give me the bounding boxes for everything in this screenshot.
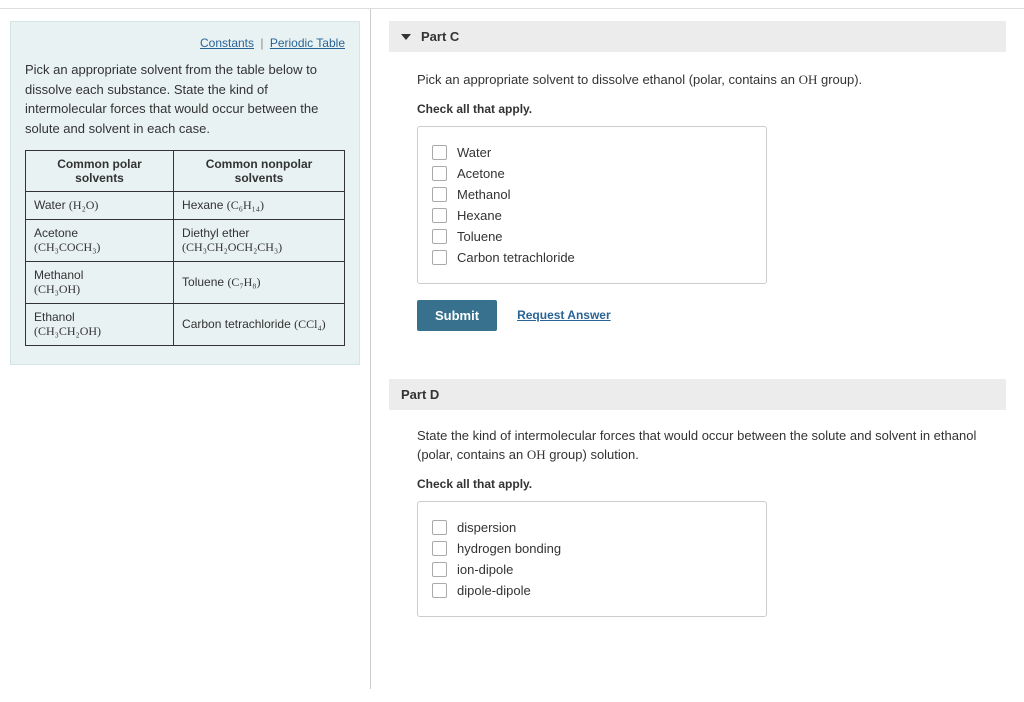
cell-text: Hexane [182,198,223,212]
option-row[interactable]: Acetone [432,166,752,181]
option-label: Water [457,145,491,160]
polar-header: Common polar solvents [26,151,174,192]
option-label: ion-dipole [457,562,513,577]
option-label: Acetone [457,166,505,181]
option-row[interactable]: dispersion [432,520,752,535]
cell-text: Toluene [182,275,224,289]
part-d-title: Part D [401,387,439,402]
part-d-options: dispersion hydrogen bonding ion-dipole d… [417,501,767,617]
cell-formula: (C₇H₈) [227,275,260,289]
option-row[interactable]: Methanol [432,187,752,202]
checkbox[interactable] [432,583,447,598]
solvents-table: Common polar solvents Common nonpolar so… [25,150,345,346]
option-row[interactable]: Toluene [432,229,752,244]
checkbox[interactable] [432,145,447,160]
problem-info-box: Constants | Periodic Table Pick an appro… [10,21,360,365]
part-c-options: Water Acetone Methanol Hexane Toluene Ca… [417,126,767,284]
checkbox[interactable] [432,229,447,244]
periodic-table-link[interactable]: Periodic Table [270,36,345,50]
option-row[interactable]: Water [432,145,752,160]
constants-link[interactable]: Constants [200,36,254,50]
checkbox[interactable] [432,208,447,223]
table-row: Methanol(CH₃OH) Toluene (C₇H₈) [26,262,345,304]
check-all-instruction: Check all that apply. [417,477,978,491]
cell-formula: (CH₃CH₂OCH₂CH₃) [182,240,282,254]
part-d-question: State the kind of intermolecular forces … [417,426,978,465]
checkbox[interactable] [432,520,447,535]
option-label: Carbon tetrachloride [457,250,575,265]
part-d-header[interactable]: Part D [389,379,1006,410]
option-label: Hexane [457,208,502,223]
checkbox[interactable] [432,166,447,181]
cell-text: Carbon tetrachloride [182,317,291,331]
table-row: Water (H₂O) Hexane (C₆H₁₄) [26,192,345,220]
checkbox[interactable] [432,250,447,265]
option-label: dipole-dipole [457,583,531,598]
cell-text: Ethanol [34,310,75,324]
option-label: dispersion [457,520,516,535]
question-oh: OH [527,447,546,462]
question-pre: State the kind of intermolecular forces … [417,428,976,463]
option-label: Toluene [457,229,503,244]
cell-formula: (CCl₄) [294,317,326,331]
option-label: hydrogen bonding [457,541,561,556]
cell-formula: (H₂O) [69,198,99,212]
table-row: Acetone(CH₃COCH₃) Diethyl ether(CH₃CH₂OC… [26,220,345,262]
option-row[interactable]: Hexane [432,208,752,223]
part-c-header[interactable]: Part C [389,21,1006,52]
cell-text: Methanol [34,268,83,282]
cell-formula: (CH₃COCH₃) [34,240,100,254]
question-post: group) solution. [546,447,639,462]
part-d-body: State the kind of intermolecular forces … [389,410,1006,637]
link-separator: | [260,36,263,50]
submit-button[interactable]: Submit [417,300,497,331]
checkbox[interactable] [432,541,447,556]
part-c-body: Pick an appropriate solvent to dissolve … [389,54,1006,351]
question-oh: OH [799,72,818,87]
cell-text: Diethyl ether [182,226,249,240]
option-row[interactable]: dipole-dipole [432,583,752,598]
part-c-question: Pick an appropriate solvent to dissolve … [417,70,978,90]
cell-formula: (CH₃OH) [34,282,80,296]
cell-text: Acetone [34,226,78,240]
problem-intro-text: Pick an appropriate solvent from the tab… [25,60,345,138]
nonpolar-header: Common nonpolar solvents [174,151,345,192]
cell-text: Water [34,198,66,212]
cell-formula: (C₆H₁₄) [227,198,264,212]
check-all-instruction: Check all that apply. [417,102,978,116]
chevron-down-icon [401,34,411,40]
option-label: Methanol [457,187,510,202]
option-row[interactable]: ion-dipole [432,562,752,577]
option-row[interactable]: hydrogen bonding [432,541,752,556]
checkbox[interactable] [432,562,447,577]
cell-formula: (CH₃CH₂OH) [34,324,101,338]
option-row[interactable]: Carbon tetrachloride [432,250,752,265]
question-pre: Pick an appropriate solvent to dissolve … [417,72,799,87]
table-row: Ethanol(CH₃CH₂OH) Carbon tetrachloride (… [26,304,345,346]
part-c-title: Part C [421,29,459,44]
request-answer-link[interactable]: Request Answer [517,308,611,322]
checkbox[interactable] [432,187,447,202]
question-post: group). [817,72,862,87]
